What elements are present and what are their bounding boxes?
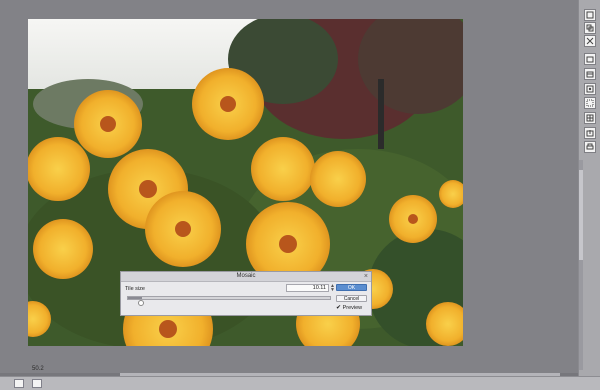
- navigator-toggle-button[interactable]: [14, 379, 24, 388]
- dialog-titlebar[interactable]: Mosaic ×: [121, 272, 371, 282]
- grid-panel-icon[interactable]: [584, 112, 596, 124]
- ok-button[interactable]: OK: [336, 284, 367, 291]
- export-panel-icon[interactable]: [584, 127, 596, 139]
- folder-panel-icon[interactable]: [584, 53, 596, 65]
- cancel-button[interactable]: Cancel: [336, 295, 367, 302]
- folder-open-panel-icon[interactable]: [584, 68, 596, 80]
- tile-size-slider[interactable]: [127, 296, 331, 300]
- layout-toggle-button[interactable]: [32, 379, 42, 388]
- layer-panel-icon[interactable]: [584, 9, 596, 21]
- tile-size-label: Tile size: [125, 286, 145, 292]
- print-panel-icon[interactable]: [584, 141, 596, 153]
- frame-panel-icon[interactable]: [584, 83, 596, 95]
- vertical-scrollbar[interactable]: [579, 160, 583, 370]
- preview-checkbox-row[interactable]: ✔ Preview: [336, 305, 362, 312]
- dialog-title: Mosaic: [236, 273, 256, 279]
- slider-fill: [128, 297, 142, 299]
- close-icon[interactable]: ×: [364, 272, 368, 281]
- bottom-toolbar: [0, 376, 600, 390]
- preview-label: Preview: [342, 305, 363, 311]
- copy-panel-icon[interactable]: [584, 22, 596, 34]
- preview-checkbox[interactable]: ✔: [336, 305, 341, 311]
- tile-size-slider-thumb[interactable]: [138, 300, 144, 306]
- tile-size-input[interactable]: 10.11: [286, 284, 329, 292]
- mosaic-dialog: Mosaic × Tile size 10.11 ▲ ▼ OK Cancel ✔ …: [120, 271, 372, 316]
- vertical-scroll-thumb[interactable]: [579, 170, 583, 260]
- crop-panel-icon[interactable]: [584, 35, 596, 47]
- tile-size-spinner[interactable]: ▲ ▼: [330, 284, 335, 293]
- zoom-readout[interactable]: 50.2: [32, 366, 44, 372]
- selection-panel-icon[interactable]: [584, 97, 596, 109]
